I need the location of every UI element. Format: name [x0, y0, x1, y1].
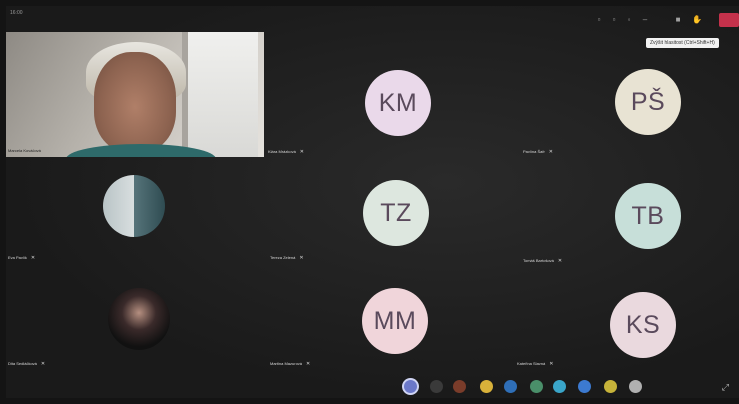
mic-off-icon: ✕	[299, 255, 304, 261]
participant-face	[94, 52, 176, 152]
background-window	[182, 32, 258, 157]
participant-name: Pavlína Šafr ✕	[523, 149, 553, 155]
mail-icon[interactable]	[604, 380, 617, 393]
mic-off-icon: ✕	[306, 361, 311, 367]
participant-name: Dita Sedláčková ✕	[8, 361, 46, 367]
avatar-initials: KS	[625, 310, 661, 339]
settings-icon[interactable]	[629, 380, 642, 393]
teams-meeting-window: 16:00 ▫ ▫ ◦ – ■ ✋ Zvýšit hlasitost (Ctrl…	[6, 6, 739, 398]
mic-off-icon: ✕	[548, 149, 553, 155]
more-icon[interactable]: ◦	[625, 16, 633, 24]
participant-video-tile[interactable]: Marcela Kováčová	[6, 32, 264, 157]
app-icon[interactable]	[453, 380, 466, 393]
photos-icon[interactable]	[530, 380, 543, 393]
taskbar: ⤢	[6, 374, 739, 398]
participant-name: Tereza Zelená ✕	[270, 255, 304, 261]
avatar: TB	[615, 183, 681, 249]
store-icon[interactable]	[578, 380, 591, 393]
participant-name: Kateřina Slavná ✕	[517, 361, 554, 367]
more-options-icon[interactable]: –	[641, 16, 649, 24]
avatar: KS	[610, 292, 676, 358]
window-time-label: 16:00	[10, 10, 23, 16]
avatar-initials: TZ	[380, 198, 412, 227]
chrome-icon[interactable]	[480, 380, 493, 393]
teams-icon[interactable]	[404, 380, 417, 393]
tooltip: Zvýšit hlasitost (Ctrl+Shift+H)	[646, 38, 719, 48]
avatar: TZ	[363, 180, 429, 246]
participant-name: Marcela Kováčová	[8, 148, 41, 153]
chat-icon[interactable]: ▫	[610, 16, 618, 24]
mic-off-icon: ✕	[40, 361, 46, 367]
participant-name: Eva Pavlík ✕	[8, 255, 36, 261]
mic-off-icon: ✕	[557, 258, 563, 264]
mic-off-icon: ✕	[299, 149, 304, 155]
participant-photo	[108, 288, 170, 350]
avatar: KM	[365, 70, 431, 136]
participant-photo	[103, 175, 165, 237]
avatar: MM	[362, 288, 428, 354]
avatar-initials: PŠ	[630, 87, 666, 116]
avatar: PŠ	[615, 69, 681, 135]
participant-name: Klára Mrázková ✕	[268, 149, 304, 155]
avatar-initials: KM	[378, 88, 418, 117]
edge-icon[interactable]	[553, 380, 566, 393]
mic-off-icon: ✕	[549, 361, 554, 367]
participants-icon[interactable]: ▫	[595, 16, 603, 24]
system-tray-icon[interactable]: ⤢	[722, 382, 729, 393]
mic-off-icon: ✕	[30, 255, 36, 261]
browser-icon[interactable]	[430, 380, 443, 393]
avatar-initials: TB	[631, 201, 665, 230]
meeting-toolbar: 16:00 ▫ ▫ ◦ – ■ ✋	[6, 6, 739, 32]
participant-name: Martina Mazurová ✕	[270, 361, 311, 367]
participant-name: Tomáš Bartošová ✕	[523, 258, 563, 264]
raise-hand-icon[interactable]: ✋	[692, 16, 702, 24]
files-icon[interactable]	[504, 380, 517, 393]
camera-icon[interactable]: ■	[674, 16, 682, 24]
leave-button[interactable]	[719, 13, 739, 27]
avatar-initials: MM	[373, 306, 417, 335]
